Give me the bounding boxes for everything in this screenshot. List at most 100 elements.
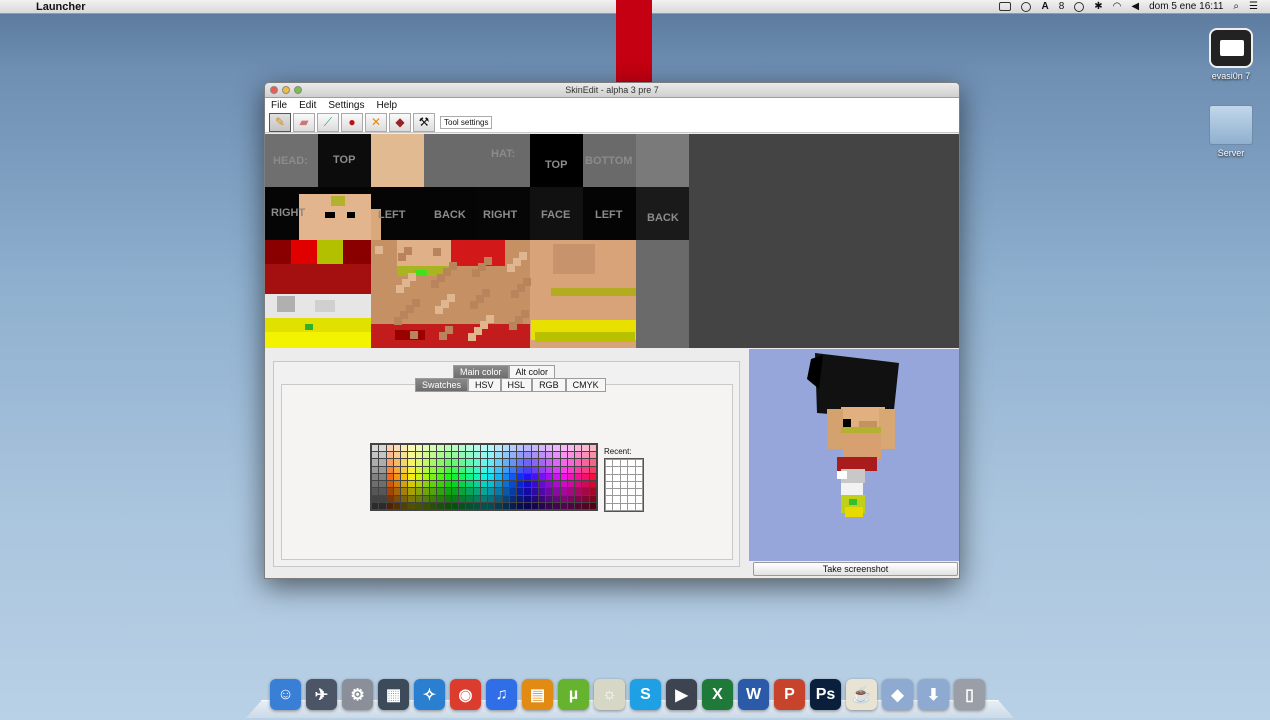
notification-center-icon[interactable]: ☰	[1249, 1, 1258, 12]
recent-label: Recent:	[604, 447, 632, 456]
minimize-button[interactable]	[282, 86, 290, 94]
skinedit-window: SkinEdit - alpha 3 pre 7 File Edit Setti…	[264, 82, 960, 579]
character-preview-figure	[807, 353, 899, 517]
close-button[interactable]	[270, 86, 278, 94]
skin-label-hat-left: LEFT	[595, 209, 623, 221]
hammer-icon: ⚒	[418, 115, 430, 129]
hammer-tool-button[interactable]: ⚒	[413, 112, 435, 132]
excel-icon[interactable]: X	[702, 679, 733, 710]
adobe-icon[interactable]: A	[1041, 1, 1048, 12]
cross-tool-icon: ✕	[370, 115, 382, 129]
dock-items: ☺ ✈ ⚙ ▦ ✧ ◉ ♫ ▤ µ ☼ S ▶ X W P Ps ☕ ◆ ⬇ ▯	[270, 679, 985, 710]
skin-label-left: LEFT	[378, 209, 406, 221]
tab-main-color[interactable]: Main color	[453, 365, 509, 379]
folder-icon	[1209, 105, 1253, 145]
take-screenshot-button[interactable]: Take screenshot	[753, 562, 958, 576]
eraser-tool-button[interactable]: ▰	[293, 112, 315, 132]
brush-icon: ◆	[395, 115, 405, 129]
menu-edit[interactable]: Edit	[299, 100, 316, 111]
skin-label-right: RIGHT	[271, 207, 306, 219]
color-target-tabs: Main color Alt color	[453, 365, 556, 379]
menu-settings[interactable]: Settings	[328, 100, 364, 111]
skin-label-hat: HAT:	[491, 148, 516, 160]
desktop-icon-label: evasi0n 7	[1211, 71, 1251, 81]
window-titlebar[interactable]: SkinEdit - alpha 3 pre 7	[265, 83, 959, 98]
utorrent-icon[interactable]: µ	[558, 679, 589, 710]
zoom-button[interactable]	[294, 86, 302, 94]
launchpad-icon[interactable]: ✈	[306, 679, 337, 710]
window-controls	[270, 86, 302, 94]
skin-label-back: BACK	[434, 209, 466, 221]
skin-label-head: HEAD:	[273, 155, 308, 167]
eyedropper-tool-button[interactable]: ⟋	[317, 112, 339, 132]
safari-icon[interactable]: ✧	[414, 679, 445, 710]
bluetooth-icon[interactable]: ✱	[1094, 1, 1102, 12]
java-icon[interactable]: ☕	[846, 679, 877, 710]
system-preferences-icon[interactable]: ⚙	[342, 679, 373, 710]
skin-label-hat-top: TOP	[545, 159, 568, 171]
skype-icon[interactable]: S	[630, 679, 661, 710]
tab-alt-color[interactable]: Alt color	[508, 365, 556, 379]
toolbar: ✎ ▰ ⟋ ● ✕ ◆ ⚒ Tool settings	[265, 112, 959, 133]
chrome-icon[interactable]: ◉	[450, 679, 481, 710]
wifi-icon[interactable]: ◠	[1113, 1, 1122, 12]
skin-label-face: FACE	[541, 209, 571, 221]
skin-3d-preview[interactable]	[749, 349, 959, 561]
pencil-tool-button[interactable]: ✎	[269, 112, 291, 132]
picker-mode-tabs: Swatches HSV HSL RGB CMYK	[415, 378, 606, 392]
photo-booth-icon[interactable]: ▦	[378, 679, 409, 710]
skin-label-top: TOP	[333, 154, 356, 166]
tool-settings-label[interactable]: Tool settings	[440, 115, 493, 129]
trash-icon[interactable]: ▯	[954, 679, 985, 710]
dock: ☺ ✈ ⚙ ▦ ✧ ◉ ♫ ▤ µ ☼ S ▶ X W P Ps ☕ ◆ ⬇ ▯	[245, 675, 1015, 720]
menu-file[interactable]: File	[271, 100, 287, 111]
skin-label-hat-right: RIGHT	[483, 209, 518, 221]
evasi0n-app-icon	[1209, 28, 1253, 68]
pencil-icon: ✎	[274, 115, 286, 129]
app-menu-name[interactable]: Launcher	[36, 1, 86, 13]
bucket-tool-button[interactable]: ●	[341, 112, 363, 132]
skin-editor-area[interactable]: HEAD: TOP HAT: TOP BOTTOM RIGHT LEFT BAC…	[265, 134, 959, 348]
applications-folder-icon[interactable]: ◆	[882, 679, 913, 710]
skin-label-bottom: BOTTOM	[585, 155, 633, 167]
powerpoint-icon[interactable]: P	[774, 679, 805, 710]
cross-tool-button[interactable]: ✕	[365, 112, 387, 132]
swatch-grid[interactable]	[370, 443, 598, 511]
time-machine-icon[interactable]	[1021, 1, 1032, 12]
imovie-icon[interactable]: ▶	[666, 679, 697, 710]
volume-icon[interactable]: ◀	[1131, 1, 1139, 12]
spotlight-search-icon[interactable]: ⌕	[1233, 1, 1239, 12]
menu-help[interactable]: Help	[377, 100, 398, 111]
tab-cmyk[interactable]: CMYK	[565, 378, 606, 392]
preview-icon[interactable]: ☼	[594, 679, 625, 710]
color-picker-box: Swatches HSV HSL RGB CMYK Recent:	[281, 378, 733, 560]
downloads-folder-icon[interactable]: ⬇	[918, 679, 949, 710]
status-tray: A 8 ✱ ◠ ◀ dom 5 ene 16:11 ⌕ ☰	[999, 1, 1258, 12]
tab-hsv[interactable]: HSV	[468, 378, 501, 392]
tab-swatches[interactable]: Swatches	[415, 378, 469, 392]
finder-icon[interactable]: ☺	[270, 679, 301, 710]
camera-icon[interactable]	[999, 2, 1012, 11]
word-icon[interactable]: W	[738, 679, 769, 710]
window-title: SkinEdit - alpha 3 pre 7	[565, 85, 659, 95]
bucket-icon: ●	[348, 115, 356, 129]
tray-number[interactable]: 8	[1059, 1, 1065, 12]
photoshop-icon[interactable]: Ps	[810, 679, 841, 710]
desktop-icon-server[interactable]: Server	[1201, 105, 1261, 158]
skin-label-hat-back: BACK	[647, 212, 679, 224]
eraser-icon: ▰	[299, 115, 309, 129]
red-banner	[616, 0, 652, 84]
desktop-icon-evasi0n[interactable]: evasi0n 7	[1201, 28, 1261, 81]
brush-tool-button[interactable]: ◆	[389, 112, 411, 132]
recent-swatches-grid[interactable]	[604, 458, 644, 512]
ibooks-icon[interactable]: ▤	[522, 679, 553, 710]
itunes-icon[interactable]: ♫	[486, 679, 517, 710]
desktop-icon-label: Server	[1217, 148, 1245, 158]
tab-rgb[interactable]: RGB	[532, 378, 566, 392]
eyedropper-icon: ⟋	[323, 114, 333, 129]
skin-texture-canvas[interactable]: HEAD: TOP HAT: TOP BOTTOM RIGHT LEFT BAC…	[265, 134, 689, 348]
sync-icon[interactable]	[1074, 1, 1085, 12]
color-chooser-panel: Main color Alt color Swatches HSV HSL RG…	[273, 361, 740, 567]
clock[interactable]: dom 5 ene 16:11	[1149, 1, 1223, 12]
tab-hsl[interactable]: HSL	[500, 378, 533, 392]
